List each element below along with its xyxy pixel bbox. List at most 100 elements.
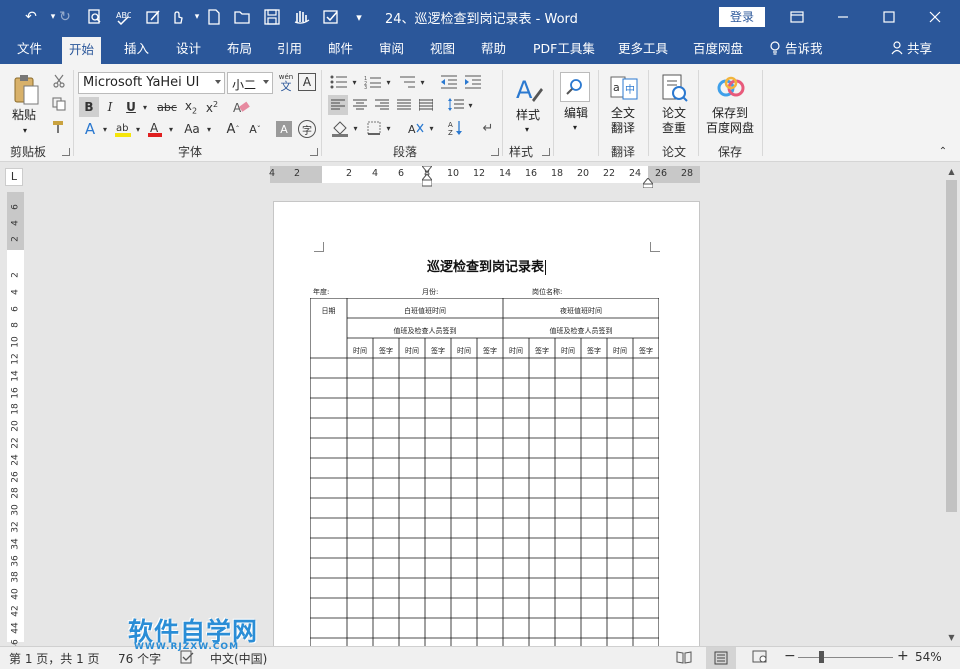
styles-label[interactable]: 样式 <box>516 108 540 123</box>
print-preview-icon[interactable] <box>84 5 106 29</box>
tab-view[interactable]: 视图 <box>423 34 462 64</box>
increase-indent-icon[interactable] <box>462 72 484 92</box>
translate-label-1[interactable]: 全文 <box>611 106 635 121</box>
styles-launcher-icon[interactable] <box>542 148 550 156</box>
chinese-layout-dropdown-icon[interactable]: ▾ <box>427 118 436 138</box>
tab-pdf-tools[interactable]: PDF工具集 <box>526 34 602 64</box>
save-baidu-label-2[interactable]: 百度网盘 <box>706 121 754 136</box>
show-marks-icon[interactable]: ↵ <box>478 118 498 138</box>
styles-icon[interactable]: A <box>512 72 546 106</box>
align-center-icon[interactable] <box>350 95 370 115</box>
editing-dropdown-icon[interactable]: ▾ <box>573 120 577 135</box>
document-page[interactable]: 巡逻检查到岗记录表 年度: 月份: 岗位名称: 日期 白班值班时间 夜班值班时间… <box>273 201 700 661</box>
proofing-icon[interactable] <box>180 650 194 667</box>
align-left-icon[interactable] <box>328 95 348 115</box>
font-name-dropdown[interactable]: Microsoft YaHei UI <box>78 72 225 94</box>
tab-design[interactable]: 设计 <box>169 34 208 64</box>
zoom-slider-thumb[interactable] <box>819 651 824 663</box>
editing-label[interactable]: 编辑 <box>564 106 588 121</box>
scroll-up-icon[interactable]: ▲ <box>946 166 957 178</box>
borders-dropdown-icon[interactable]: ▾ <box>384 118 393 138</box>
ribbon-display-icon[interactable] <box>774 0 820 34</box>
customize-qat-icon[interactable]: ▾ <box>348 5 370 29</box>
clipboard-launcher-icon[interactable] <box>62 148 70 156</box>
minimize-icon[interactable] <box>820 0 866 34</box>
clear-formatting-icon[interactable]: A <box>230 97 252 117</box>
font-size-dropdown[interactable]: 小二 <box>227 72 273 94</box>
document-heading[interactable]: 巡逻检查到岗记录表 <box>274 256 699 275</box>
bullets-dropdown-icon[interactable]: ▾ <box>350 72 359 92</box>
tab-layout[interactable]: 布局 <box>220 34 259 64</box>
vertical-ruler[interactable]: 6422468101214161820222426283032343638404… <box>7 192 24 642</box>
right-indent-marker-icon[interactable] <box>643 173 653 183</box>
paragraph-launcher-icon[interactable] <box>491 148 499 156</box>
scrollbar-thumb[interactable] <box>946 180 957 512</box>
new-doc-icon[interactable] <box>203 5 225 29</box>
save-icon[interactable] <box>261 5 283 29</box>
tab-insert[interactable]: 插入 <box>117 34 156 64</box>
maximize-icon[interactable] <box>866 0 912 34</box>
distributed-icon[interactable] <box>416 95 436 115</box>
zoom-level[interactable]: 54% <box>915 650 942 664</box>
read-mode-view-icon[interactable] <box>676 650 692 667</box>
web-layout-view-icon[interactable] <box>752 650 768 667</box>
font-color-dropdown-icon[interactable]: ▾ <box>166 119 176 139</box>
paste-icon[interactable] <box>10 72 42 108</box>
read-mode-icon[interactable] <box>291 5 313 29</box>
open-icon[interactable] <box>232 5 254 29</box>
tab-references[interactable]: 引用 <box>270 34 309 64</box>
zoom-slider[interactable] <box>798 657 893 658</box>
strikethrough-icon[interactable]: abc <box>155 97 179 117</box>
shading-icon[interactable] <box>330 118 350 138</box>
font-color-icon[interactable]: A <box>145 119 165 139</box>
translate-icon[interactable]: a中 <box>608 72 640 104</box>
enclose-characters-icon[interactable]: 字 <box>298 120 316 138</box>
tab-more-tools[interactable]: 更多工具 <box>611 34 675 64</box>
line-spacing-dropdown-icon[interactable]: ▾ <box>466 95 475 115</box>
font-launcher-icon[interactable] <box>310 148 318 156</box>
tell-me-search[interactable]: 告诉我 <box>762 34 830 64</box>
format-painter-icon[interactable] <box>50 118 68 136</box>
borders-icon[interactable] <box>364 118 384 138</box>
page-count[interactable]: 第 1 页，共 1 页 <box>9 650 100 667</box>
change-case-dropdown-icon[interactable]: ▾ <box>204 119 214 139</box>
text-effects-dropdown-icon[interactable]: ▾ <box>100 119 110 139</box>
tab-review[interactable]: 审阅 <box>372 34 411 64</box>
scroll-down-icon[interactable]: ▼ <box>946 632 957 644</box>
sort-icon[interactable]: AZ <box>446 118 466 138</box>
highlight-icon[interactable]: ab <box>113 119 133 139</box>
word-count[interactable]: 76 个字 <box>118 650 161 667</box>
paper-label-2[interactable]: 查重 <box>662 121 686 136</box>
justify-icon[interactable] <box>394 95 414 115</box>
multilevel-dropdown-icon[interactable]: ▾ <box>418 72 427 92</box>
numbering-icon[interactable]: 123 <box>362 72 384 92</box>
tab-file[interactable]: 文件 <box>10 34 49 64</box>
multilevel-list-icon[interactable] <box>396 72 418 92</box>
paper-label-1[interactable]: 论文 <box>662 106 686 121</box>
phonetic-guide-icon[interactable]: wén 文 <box>276 70 296 94</box>
styles-dropdown-icon[interactable]: ▾ <box>525 122 529 137</box>
zoom-in-icon[interactable]: + <box>897 648 909 664</box>
spelling-icon[interactable]: ABC <box>112 5 134 29</box>
text-effects-icon[interactable]: A <box>80 119 100 139</box>
cut-icon[interactable] <box>50 72 68 90</box>
indent-marker-icon[interactable] <box>422 166 432 183</box>
paste-label[interactable]: 粘贴 <box>12 108 36 123</box>
print-layout-view-icon[interactable] <box>706 647 736 669</box>
horizontal-ruler[interactable]: 42246810121416182022242628 <box>270 166 700 183</box>
chinese-layout-icon[interactable]: A <box>405 118 427 138</box>
zoom-out-icon[interactable]: − <box>784 648 796 664</box>
underline-icon[interactable]: U <box>122 97 140 117</box>
undo-icon[interactable]: ↶ <box>20 5 42 29</box>
paste-dropdown-icon[interactable]: ▾ <box>23 123 27 138</box>
underline-dropdown-icon[interactable]: ▾ <box>140 97 150 117</box>
share-button[interactable]: 共享 <box>884 34 939 64</box>
subscript-icon[interactable]: x2 <box>181 97 201 117</box>
record-table[interactable]: 日期 白班值班时间 夜班值班时间 值班及检查人员签到 值班及检查人员签到 时间签… <box>310 298 659 661</box>
shading-dropdown-icon[interactable]: ▾ <box>351 118 360 138</box>
check-icon[interactable] <box>320 5 342 29</box>
tab-help[interactable]: 帮助 <box>474 34 513 64</box>
grow-font-icon[interactable]: Aˆ <box>224 119 242 139</box>
superscript-icon[interactable]: x2 <box>202 97 222 117</box>
line-spacing-icon[interactable] <box>446 95 466 115</box>
